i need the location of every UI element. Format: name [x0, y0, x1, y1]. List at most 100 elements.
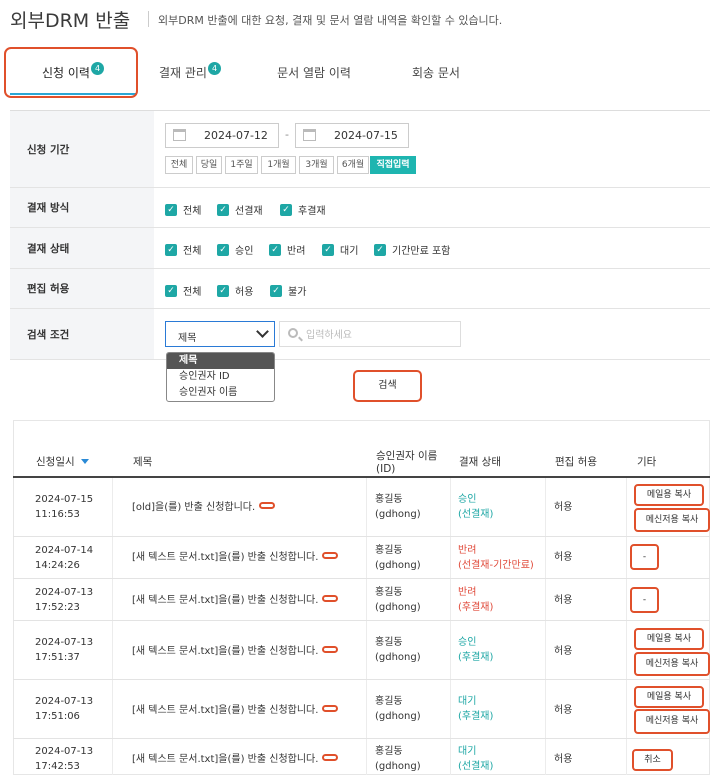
checkbox-edit-denied[interactable]: ✓ 불가	[270, 283, 306, 298]
return-icon[interactable]	[322, 552, 339, 559]
column-header-date[interactable]: 신청일시	[36, 454, 89, 469]
column-divider	[545, 537, 546, 578]
period-button-6months[interactable]: 6개월	[337, 156, 369, 174]
status-cell: 반려 (후결재)	[458, 585, 493, 615]
checkbox-label: 허용	[235, 287, 254, 298]
return-icon[interactable]	[322, 595, 339, 602]
tab-document-view-history[interactable]: 문서 열람 이력	[262, 58, 366, 88]
table-row: 2024-07-15 11:16:53 [old]을(를) 반출 신청합니다. 홍…	[13, 478, 710, 537]
title-text: [새 텍스트 문서.txt]을(를) 반출 신청합니다.	[132, 595, 319, 606]
column-header-title: 제목	[133, 456, 153, 468]
period-button-all[interactable]: 전체	[165, 156, 193, 174]
search-input[interactable]	[306, 326, 456, 344]
check-icon: ✓	[165, 243, 177, 256]
filter-label: 결재 방식	[10, 188, 154, 227]
checkbox-edit-allowed[interactable]: ✓ 허용	[217, 283, 253, 298]
tab-returned-documents[interactable]: 회송 문서	[392, 58, 480, 88]
table-row: 2024-07-13 17:51:37 [새 텍스트 문서.txt]을(를) 반출…	[13, 621, 710, 680]
page-header: 외부DRM 반출 외부DRM 반출에 대한 요청, 결재 및 문서 열람 내역을…	[0, 0, 712, 38]
status-cell: 대기 (선결재)	[458, 744, 493, 774]
status-cell: 승인 (선결재)	[458, 492, 493, 522]
return-icon[interactable]	[322, 705, 339, 712]
date-separator: -	[285, 128, 289, 141]
search-field-dropdown: 제목 승인권자 ID 승인권자 이름	[166, 352, 275, 402]
period-button-1month[interactable]: 1개월	[261, 156, 296, 174]
filter-label: 검색 조건	[10, 309, 154, 359]
approver-cell: 홍길동 (gdhong)	[375, 694, 421, 724]
checkbox-label: 반려	[287, 246, 306, 257]
start-date-input[interactable]: 2024-07-12	[165, 123, 279, 148]
cancel-request-button[interactable]: 취소	[632, 749, 673, 771]
approver-name: 홍길동	[375, 587, 403, 598]
search-button[interactable]: 검색	[353, 370, 422, 402]
checkbox-rejected[interactable]: ✓ 반려	[269, 242, 305, 257]
column-divider	[545, 478, 546, 536]
copy-for-messenger-button[interactable]: 메신저용 복사	[634, 709, 710, 734]
period-button-3months[interactable]: 3개월	[299, 156, 334, 174]
row-title: [새 텍스트 문서.txt]을(를) 반출 신청합니다.	[132, 752, 339, 767]
checkbox-edit-all[interactable]: ✓ 전체	[165, 283, 201, 298]
dropdown-option-approver-id[interactable]: 승인권자 ID	[167, 369, 274, 385]
tab-label: 결재 관리	[159, 66, 207, 80]
request-date: 2024-07-15	[35, 494, 94, 505]
checkbox-method-all[interactable]: ✓ 전체	[165, 202, 201, 217]
copy-for-mail-button[interactable]: 메일용 복사	[634, 628, 704, 650]
return-icon[interactable]	[259, 502, 276, 509]
title-text: [새 텍스트 문서.txt]을(를) 반출 신청합니다.	[132, 646, 319, 657]
column-divider	[450, 579, 451, 620]
return-icon[interactable]	[322, 646, 339, 653]
check-icon: ✓	[280, 203, 292, 216]
column-divider	[450, 537, 451, 578]
column-divider	[112, 537, 113, 578]
approver-name: 홍길동	[375, 545, 403, 556]
dropdown-option-approver-name[interactable]: 승인권자 이름	[167, 385, 274, 401]
no-action-placeholder: -	[630, 544, 659, 570]
approver-cell: 홍길동 (gdhong)	[375, 585, 421, 615]
request-datetime: 2024-07-13 17:42:53	[35, 744, 93, 774]
request-date: 2024-07-13	[35, 587, 94, 598]
period-button-1week[interactable]: 1주일	[225, 156, 258, 174]
column-header-etc: 기타	[637, 456, 657, 468]
request-datetime: 2024-07-13 17:52:23	[35, 585, 93, 615]
return-icon[interactable]	[322, 754, 339, 761]
title-divider	[148, 11, 149, 27]
filter-row-approval-method: 결재 방식 ✓ 전체 ✓ 선결재 ✓ 후결재	[10, 188, 710, 228]
approver-name: 홍길동	[375, 696, 403, 707]
filter-label: 결재 상태	[10, 228, 154, 268]
title-text: [새 텍스트 문서.txt]을(를) 반출 신청합니다.	[132, 552, 319, 563]
copy-for-mail-button[interactable]: 메일용 복사	[634, 686, 704, 708]
copy-for-messenger-button[interactable]: 메신저용 복사	[634, 508, 710, 532]
request-time: 17:51:37	[35, 652, 80, 663]
checkbox-include-expired[interactable]: ✓ 기간만료 포함	[374, 242, 450, 257]
checkbox-pending[interactable]: ✓ 대기	[322, 242, 358, 257]
status-detail: (후결재)	[458, 652, 494, 663]
column-divider	[626, 478, 627, 536]
checkbox-post-approval[interactable]: ✓ 후결재	[280, 202, 326, 217]
checkbox-approved[interactable]: ✓ 승인	[217, 242, 253, 257]
copy-for-messenger-button[interactable]: 메신저용 복사	[634, 652, 710, 676]
search-field-select[interactable]: 제목	[165, 321, 275, 347]
approver-id: (gdhong)	[375, 509, 421, 520]
end-date-input[interactable]: 2024-07-15	[295, 123, 409, 148]
page-description: 외부DRM 반출에 대한 요청, 결재 및 문서 열람 내역을 확인할 수 있습…	[158, 14, 503, 27]
check-icon: ✓	[322, 243, 334, 256]
checkbox-status-all[interactable]: ✓ 전체	[165, 242, 201, 257]
filter-row-edit-permission: 편집 허용 ✓ 전체 ✓ 허용 ✓ 불가	[10, 269, 710, 309]
checkbox-label: 기간만료 포함	[392, 246, 451, 257]
period-button-custom[interactable]: 직접입력	[370, 156, 416, 174]
row-title: [새 텍스트 문서.txt]을(를) 반출 신청합니다.	[132, 703, 339, 718]
period-button-today[interactable]: 당일	[196, 156, 222, 174]
copy-for-mail-button[interactable]: 메일용 복사	[634, 484, 704, 506]
column-divider	[545, 621, 546, 679]
request-datetime: 2024-07-13 17:51:37	[35, 635, 93, 665]
checkbox-label: 선결재	[235, 206, 263, 217]
approver-name: 홍길동	[375, 746, 403, 757]
column-divider	[112, 621, 113, 679]
check-icon: ✓	[165, 203, 177, 216]
status-label: 대기	[458, 696, 477, 707]
checkbox-pre-approval[interactable]: ✓ 선결재	[217, 202, 263, 217]
status-detail: (선결재)	[458, 761, 494, 772]
sort-desc-icon	[80, 459, 89, 464]
dropdown-option-title[interactable]: 제목	[167, 353, 274, 369]
tab-approval-management[interactable]: 결재 관리 4	[140, 58, 240, 88]
